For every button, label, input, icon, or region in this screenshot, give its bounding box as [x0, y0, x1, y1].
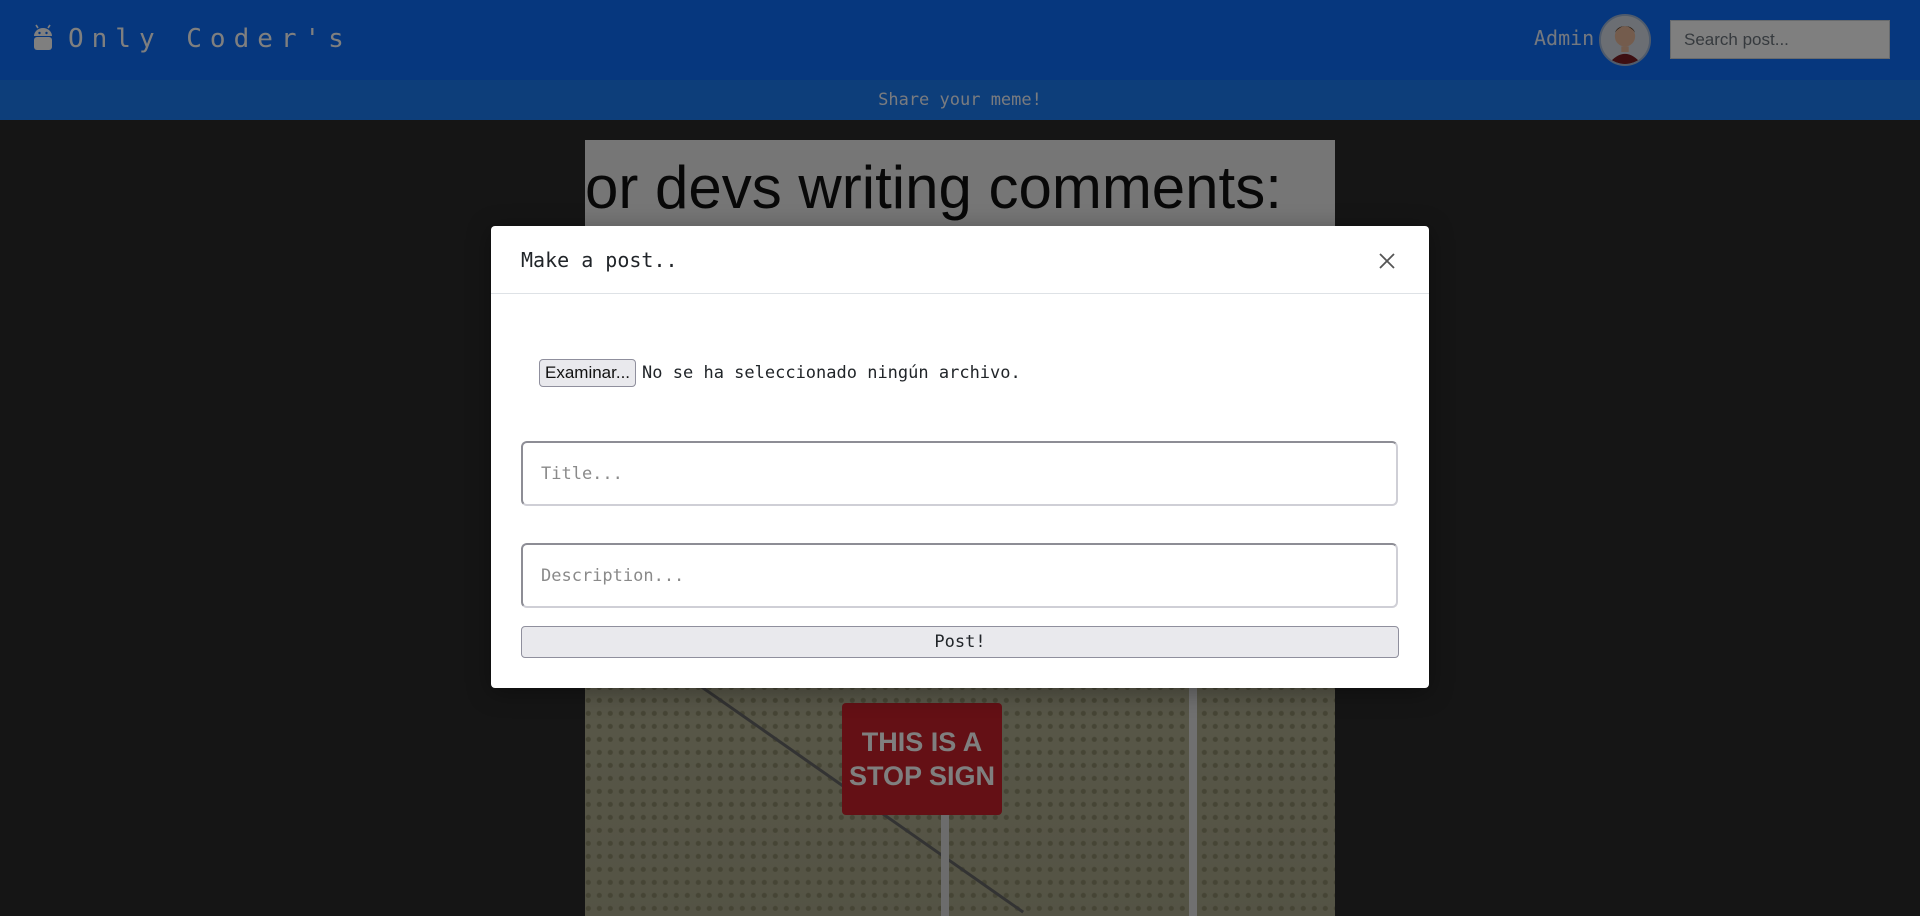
title-input[interactable]	[521, 441, 1398, 506]
modal-header: Make a post..	[491, 226, 1429, 294]
browse-file-button[interactable]: Examinar...	[539, 359, 637, 387]
post-button[interactable]: Post!	[521, 626, 1399, 658]
close-button[interactable]	[1374, 248, 1400, 274]
make-post-modal: Make a post.. Examinar... No se ha selec…	[491, 226, 1429, 688]
file-status: No se ha seleccionado ningún archivo.	[642, 363, 1021, 383]
modal-title: Make a post..	[521, 248, 678, 272]
description-input[interactable]	[521, 543, 1398, 608]
close-icon	[1379, 253, 1395, 269]
file-upload: Examinar... No se ha seleccionado ningún…	[539, 359, 1021, 387]
